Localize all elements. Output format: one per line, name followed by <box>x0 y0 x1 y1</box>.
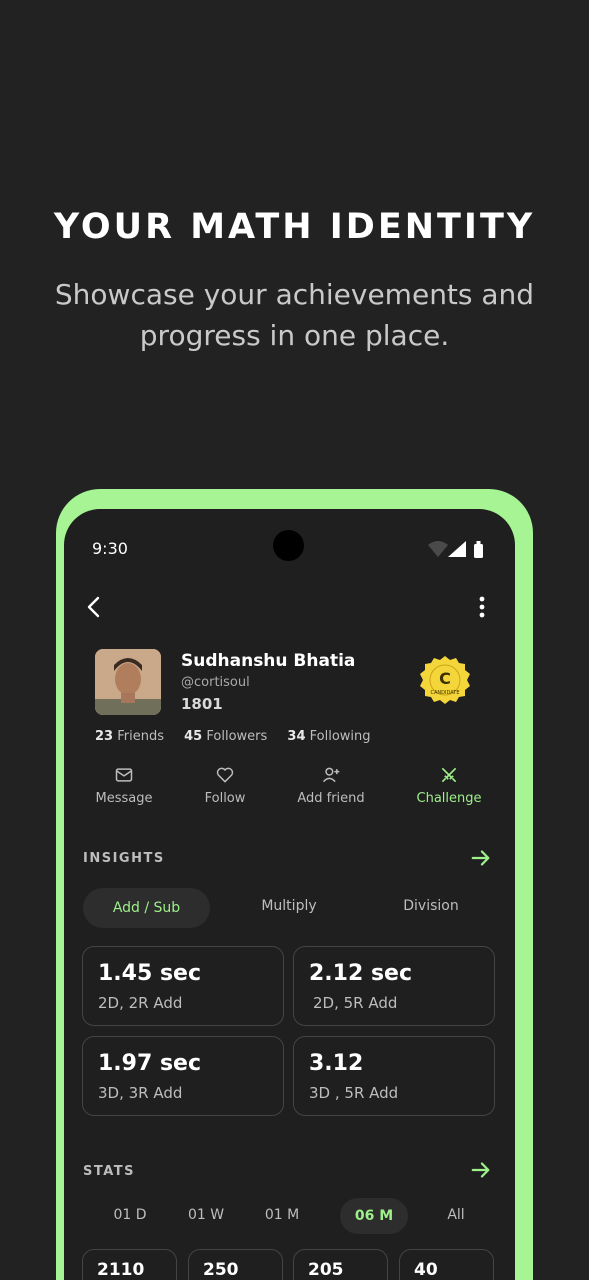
insight-value: 1.45 sec <box>98 961 201 986</box>
stat-card[interactable]: 2110 <box>82 1249 177 1280</box>
insight-label: 3D, 3R Add <box>98 1084 183 1102</box>
battery-icon <box>474 544 483 558</box>
message-button[interactable]: Message <box>82 765 166 806</box>
stats-arrow-icon[interactable] <box>470 1159 492 1181</box>
wifi-icon <box>428 541 448 557</box>
status-icons <box>428 541 483 558</box>
more-options-button[interactable] <box>470 595 494 619</box>
mail-icon <box>115 768 133 782</box>
social-counts: 23 Friends 45 Followers 34 Following <box>95 729 387 744</box>
badge-text: CANDIDATE <box>431 690 460 696</box>
stat-card[interactable]: 205 <box>293 1249 388 1280</box>
stat-value: 2110 <box>97 1260 145 1280</box>
insight-card[interactable]: 1.45 sec 2D, 2R Add <box>82 946 284 1026</box>
camera-cutout <box>273 530 304 561</box>
add-user-icon <box>322 767 340 783</box>
profile-handle: @cortisoul <box>181 675 250 690</box>
profile-name: Sudhanshu Bhatia <box>181 651 356 671</box>
insight-card[interactable]: 3.12 3D , 5R Add <box>293 1036 495 1116</box>
insight-value: 1.97 sec <box>98 1051 201 1076</box>
period-1d[interactable]: 01 D <box>104 1206 156 1242</box>
period-1w[interactable]: 01 W <box>180 1206 232 1242</box>
period-1m[interactable]: 01 M <box>256 1206 308 1242</box>
insight-value: 2.12 sec <box>309 961 412 986</box>
promo-subheadline: Showcase your achievements and progress … <box>54 278 535 352</box>
signal-icon <box>448 541 466 557</box>
following-link[interactable]: 34 Following <box>287 729 370 744</box>
stat-value: 250 <box>203 1260 239 1280</box>
add-friend-button[interactable]: Add friend <box>286 765 376 806</box>
insight-card[interactable]: 2.12 sec 2D, 5R Add <box>293 946 495 1026</box>
stats-title: STATS <box>83 1164 136 1179</box>
period-all[interactable]: All <box>430 1206 482 1242</box>
insight-label: 2D, 2R Add <box>98 994 183 1012</box>
insight-label: 2D, 5R Add <box>313 994 398 1012</box>
period-6m[interactable]: 06 M <box>340 1198 408 1234</box>
phone-screen: 9:30 Sudhanshu Bhatia @cortisoul 1801 C … <box>64 509 515 1280</box>
followers-link[interactable]: 45 Followers <box>184 729 267 744</box>
insight-card[interactable]: 1.97 sec 3D, 3R Add <box>82 1036 284 1116</box>
back-button[interactable] <box>82 595 106 619</box>
tab-division[interactable]: Division <box>386 888 476 928</box>
promo-headline: YOUR MATH IDENTITY <box>53 207 536 247</box>
insight-label: 3D , 5R Add <box>309 1084 399 1102</box>
avatar[interactable] <box>95 649 161 715</box>
friends-link[interactable]: 23 Friends <box>95 729 164 744</box>
insights-arrow-icon[interactable] <box>470 847 492 869</box>
stat-value: 40 <box>414 1260 438 1280</box>
candidate-badge-icon[interactable]: C CANDIDATE <box>418 655 472 709</box>
heart-icon <box>216 767 234 783</box>
stat-card[interactable]: 250 <box>188 1249 283 1280</box>
tab-add-sub[interactable]: Add / Sub <box>83 888 210 928</box>
swords-icon <box>441 767 457 783</box>
status-time: 9:30 <box>92 539 128 558</box>
follow-button[interactable]: Follow <box>183 765 267 806</box>
challenge-button[interactable]: Challenge <box>404 765 494 806</box>
insight-value: 3.12 <box>309 1051 364 1076</box>
badge-letter: C <box>439 669 451 688</box>
stat-card[interactable]: 40 <box>399 1249 494 1280</box>
tab-multiply[interactable]: Multiply <box>244 888 334 928</box>
profile-rating: 1801 <box>181 695 223 713</box>
insights-title: INSIGHTS <box>83 851 165 866</box>
stat-value: 205 <box>308 1260 344 1280</box>
